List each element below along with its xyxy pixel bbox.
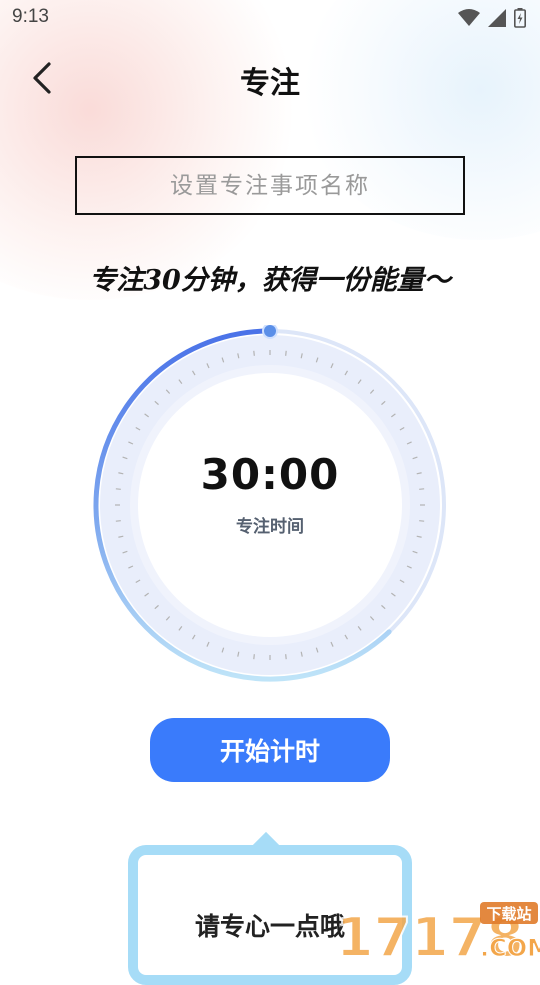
- watermark-tag: 下载站: [486, 905, 531, 923]
- site-watermark: 17178 下载站 .COM: [336, 902, 540, 960]
- dial-center: [138, 373, 402, 637]
- battery-icon: [514, 8, 526, 28]
- background-glow-pink: [0, 0, 300, 300]
- dial-tick: [253, 654, 255, 660]
- dial-tick: [285, 350, 287, 356]
- dial-tick: [285, 654, 287, 660]
- focus-name-input[interactable]: [75, 156, 465, 215]
- page-title: 专注: [240, 66, 300, 101]
- status-icons: [458, 8, 526, 28]
- status-bar: 9:13: [0, 0, 540, 36]
- timer-dial: [93, 325, 446, 682]
- timer-label: 专注时间: [236, 517, 304, 537]
- signal-icon: [488, 9, 506, 27]
- timer-display: 30:00: [200, 450, 340, 499]
- dial-tick: [253, 350, 255, 356]
- status-time: 9:13: [12, 6, 49, 27]
- watermark-suffix: .COM: [480, 934, 540, 960]
- slogan-text: 专注30分钟，获得一份能量～: [89, 265, 451, 296]
- start-timer-button[interactable]: 开始计时: [150, 718, 390, 782]
- progress-knob[interactable]: [262, 325, 278, 339]
- wifi-icon: [458, 9, 480, 26]
